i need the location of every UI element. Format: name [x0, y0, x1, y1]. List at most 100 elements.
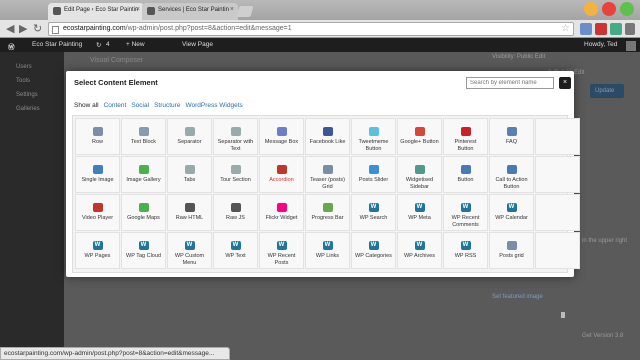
faq-icon — [506, 127, 517, 136]
element-tile[interactable]: Row — [75, 118, 120, 155]
updates-icon[interactable]: ↻ — [96, 41, 101, 49]
element-tile[interactable]: Raw HTML — [167, 194, 212, 231]
element-tile[interactable]: Separator with Text — [213, 118, 258, 155]
filter-wordpress-widgets[interactable]: WordPress Widgets — [185, 102, 242, 109]
close-tab-icon[interactable]: × — [230, 6, 234, 13]
upper-right-text: in the upper right — [582, 238, 628, 244]
element-tile[interactable]: W WP Search — [351, 194, 396, 231]
element-tile[interactable]: Video Player — [75, 194, 120, 231]
filter-social[interactable]: Social — [131, 102, 149, 109]
element-label: Teaser (posts) Grid — [310, 177, 345, 190]
forward-icon[interactable]: ▶ — [19, 22, 27, 35]
element-label: Text Block — [130, 139, 157, 145]
wp-logo-icon[interactable]: Ⓦ — [8, 41, 15, 51]
element-tile[interactable]: Text Block — [121, 118, 166, 155]
sidebar-item-settings[interactable]: Settings — [0, 88, 64, 102]
flickr-icon — [276, 203, 287, 212]
version-text: Get Version 3.8 — [582, 333, 624, 339]
element-tile[interactable]: Image Gallery — [121, 156, 166, 193]
menu-icon[interactable] — [625, 23, 635, 35]
element-tile[interactable]: W WP Recent Comments — [443, 194, 488, 231]
button-icon — [460, 165, 471, 174]
wp-icon: W — [184, 241, 195, 250]
element-tile[interactable]: Message Box — [259, 118, 304, 155]
element-tile[interactable]: Separator — [167, 118, 212, 155]
element-tile[interactable]: Pinterest Button — [443, 118, 488, 155]
set-featured-image-link[interactable]: Set featured image — [492, 294, 543, 300]
element-tile[interactable]: Tabs — [167, 156, 212, 193]
close-tab-icon[interactable]: × — [136, 6, 140, 13]
element-tile[interactable]: W WP Recent Posts — [259, 232, 304, 269]
element-tile[interactable]: Single Image — [75, 156, 120, 193]
reload-icon[interactable]: ↻ — [33, 22, 42, 35]
sidebar-item-galleries[interactable]: Galleries — [0, 102, 64, 116]
close-window-button[interactable] — [602, 2, 616, 16]
empty-icon — [553, 165, 563, 174]
extension-new-icon[interactable] — [595, 23, 607, 35]
element-tile[interactable]: Facebook Like — [305, 118, 350, 155]
message-box-icon — [276, 127, 287, 136]
element-tile[interactable]: Google Maps — [121, 194, 166, 231]
resize-handle[interactable] — [561, 312, 565, 318]
element-tile[interactable]: Widgetised Sidebar — [397, 156, 442, 193]
element-tile[interactable]: W WP Text — [213, 232, 258, 269]
update-button[interactable]: Update — [590, 84, 624, 98]
tweetmeme-icon — [368, 127, 379, 136]
element-tile[interactable]: W WP Meta — [397, 194, 442, 231]
visual-composer-label: Visual Composer — [90, 57, 144, 64]
wp-icon: W — [276, 241, 287, 250]
element-tile[interactable]: Progress Bar — [305, 194, 350, 231]
tab-edit-page[interactable]: Edit Page ‹ Eco Star Paintin × — [48, 3, 144, 20]
element-tile[interactable]: Posts grid — [489, 232, 534, 269]
element-tile[interactable]: Accordion — [259, 156, 304, 193]
filter-structure[interactable]: Structure — [154, 102, 180, 109]
tab-services[interactable]: Services | Eco Star Paintin × — [142, 3, 238, 20]
element-tile[interactable]: W WP RSS — [443, 232, 488, 269]
sidebar-item-users[interactable]: Users — [0, 52, 64, 74]
progress-bar-icon — [322, 203, 333, 212]
view-page-link[interactable]: View Page — [182, 41, 213, 48]
element-tile[interactable]: Posts Slider — [351, 156, 396, 193]
element-tile[interactable]: Google+ Button — [397, 118, 442, 155]
window-controls — [580, 2, 634, 21]
element-tile[interactable]: W WP Pages — [75, 232, 120, 269]
avatar[interactable] — [626, 41, 636, 51]
element-tile[interactable]: W WP Archives — [397, 232, 442, 269]
element-tile[interactable]: Tweetmeme Button — [351, 118, 396, 155]
back-icon[interactable]: ◀ — [6, 22, 14, 35]
user-greeting[interactable]: Howdy, Ted — [584, 41, 617, 48]
status-bar: ecostarpainting.com/wp-admin/post.php?po… — [0, 347, 230, 360]
maximize-button[interactable] — [620, 2, 634, 16]
extension-icon[interactable] — [580, 23, 592, 35]
element-tile[interactable]: Call to Action Button — [489, 156, 534, 193]
single-image-icon — [92, 165, 103, 174]
bookmark-star-icon[interactable]: ☆ — [561, 23, 570, 34]
element-tile[interactable]: Tour Section — [213, 156, 258, 193]
new-content-link[interactable]: + New — [126, 41, 145, 48]
element-tile[interactable]: FAQ — [489, 118, 534, 155]
element-tile[interactable]: Button — [443, 156, 488, 193]
element-label: Posts grid — [499, 253, 524, 259]
address-bar[interactable]: ecostarpainting.com/wp-admin/post.php?po… — [48, 22, 574, 36]
element-tile[interactable]: Flickr Widget — [259, 194, 304, 231]
extension-icon[interactable] — [610, 23, 622, 35]
element-tile[interactable]: W WP Links — [305, 232, 350, 269]
element-tile[interactable]: Raw JS — [213, 194, 258, 231]
close-icon[interactable]: × — [559, 77, 571, 89]
element-tile[interactable]: Teaser (posts) Grid — [305, 156, 350, 193]
element-label: Pinterest Button — [454, 139, 477, 152]
minimize-button[interactable] — [584, 2, 598, 16]
element-tile[interactable]: W WP Calendar — [489, 194, 534, 231]
filter-content[interactable]: Content — [104, 102, 127, 109]
filter-show-all[interactable]: Show all — [74, 102, 99, 109]
new-tab-button[interactable] — [236, 6, 254, 17]
element-tile[interactable]: W WP Tag Cloud — [121, 232, 166, 269]
element-tile[interactable]: W WP Custom Menu — [167, 232, 212, 269]
wp-icon: W — [92, 241, 103, 250]
element-tile[interactable]: W WP Categories — [351, 232, 396, 269]
element-search-input[interactable] — [466, 77, 554, 89]
element-label: Tabs — [183, 177, 196, 183]
site-name-link[interactable]: Eco Star Painting — [32, 41, 82, 48]
updates-count[interactable]: 4 — [106, 41, 110, 48]
sidebar-item-tools[interactable]: Tools — [0, 74, 64, 88]
